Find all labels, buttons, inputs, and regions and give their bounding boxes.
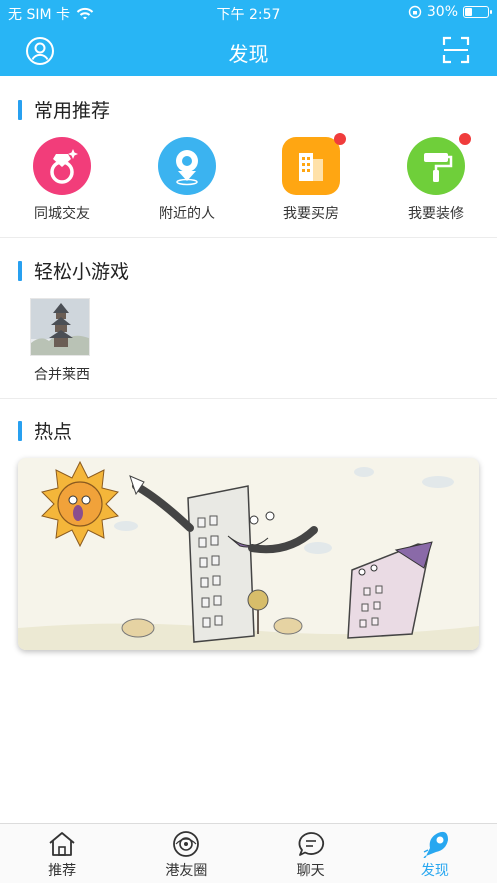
tab-label: 聊天 — [296, 863, 325, 879]
tab-chat[interactable]: 聊天 — [249, 824, 373, 883]
tab-recommend[interactable]: 推荐 — [0, 824, 124, 883]
grid-item-buy-house[interactable]: 我要买房 — [261, 133, 361, 223]
section-title-hot: 热点 — [18, 417, 72, 444]
scan-icon[interactable] — [442, 36, 470, 64]
badge-dot — [334, 133, 346, 145]
tab-discover[interactable]: 发现 — [373, 824, 497, 883]
paint-roller-icon — [407, 133, 471, 195]
section-title-common: 常用推荐 — [18, 96, 110, 123]
discover-icon — [423, 831, 448, 858]
section-title-text: 轻松小游戏 — [34, 261, 130, 283]
diamond-ring-icon — [33, 137, 91, 195]
section-accent-bar — [18, 260, 22, 281]
grid-item-label: 附近的人 — [159, 206, 215, 222]
orientation-lock-icon — [408, 5, 422, 19]
home-icon — [49, 832, 75, 856]
badge-dot — [459, 133, 471, 145]
section-accent-bar — [18, 99, 22, 120]
chat-icon — [298, 832, 324, 856]
grid-item-nearby[interactable]: 附近的人 — [137, 137, 237, 223]
location-pin-icon — [158, 137, 216, 195]
hot-banner-illustration — [18, 458, 479, 650]
divider — [0, 237, 497, 238]
tab-label: 发现 — [420, 863, 449, 879]
status-bar: 无 SIM 卡 下午 2:57 30% — [0, 0, 497, 26]
section-title-text: 热点 — [34, 421, 73, 443]
section-accent-bar — [18, 420, 22, 441]
section-title-games: 轻松小游戏 — [18, 257, 129, 284]
game-thumbnail — [30, 298, 90, 356]
game-item[interactable]: 合并莱西 — [30, 298, 94, 384]
divider — [0, 398, 497, 399]
tab-circle[interactable]: 港友圈 — [124, 824, 248, 883]
grid-item-dating[interactable]: 同城交友 — [12, 137, 112, 223]
battery-percent: 30% — [426, 4, 458, 20]
section-title-text: 常用推荐 — [34, 100, 111, 122]
page-title: 发现 — [228, 42, 269, 66]
circle-icon — [173, 831, 200, 857]
nav-bar: 发现 — [0, 26, 497, 76]
hot-banner[interactable] — [18, 458, 479, 650]
tab-label: 港友圈 — [165, 863, 208, 879]
game-label: 合并莱西 — [34, 367, 90, 383]
grid-item-label: 同城交友 — [34, 206, 90, 222]
building-icon — [282, 133, 346, 195]
grid-item-label: 我要买房 — [283, 206, 339, 222]
tab-label: 推荐 — [48, 863, 77, 879]
tab-bar: 推荐 港友圈 聊天 发现 — [0, 823, 497, 883]
grid-item-label: 我要装修 — [408, 206, 464, 222]
battery-icon — [463, 6, 492, 18]
grid-item-renovation[interactable]: 我要装修 — [386, 133, 486, 223]
